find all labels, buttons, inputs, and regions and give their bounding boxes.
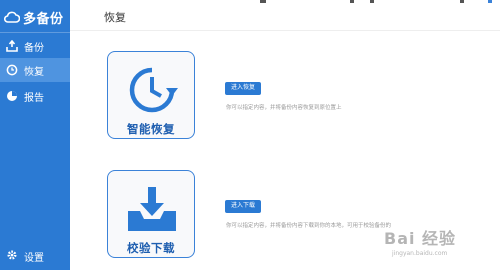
enter-restore-button[interactable]: 进入恢复	[225, 82, 262, 95]
page-title: 恢复	[104, 11, 126, 24]
sidebar-item-label: 报告	[24, 92, 44, 104]
download-tray-icon	[128, 187, 176, 231]
verify-download-label: 校验下载	[127, 241, 175, 255]
history-icon	[6, 64, 18, 76]
baidu-watermark: Bai 经验	[384, 229, 457, 248]
sidebar-item-restore[interactable]: 恢复	[0, 58, 70, 82]
backup-upload-icon	[6, 40, 18, 52]
sidebar-item-label: 备份	[24, 42, 44, 54]
divider	[70, 30, 500, 31]
verify-download-card[interactable]: 校验下载	[107, 170, 195, 258]
sidebar-item-backup[interactable]: 备份	[0, 34, 70, 58]
settings-button[interactable]: 设置	[0, 246, 70, 266]
cloud-logo-icon	[3, 8, 21, 27]
smart-restore-label: 智能恢复	[127, 122, 175, 136]
download-description: 你可以指定内容，并将备份内容下载到你的本地，可用于校验备份的	[226, 223, 392, 229]
gear-icon	[6, 249, 18, 264]
baidu-watermark-url: jingyan.baidu.com	[392, 250, 448, 257]
top-toolbar-edge	[260, 0, 492, 3]
app-logo[interactable]: 多备份	[3, 7, 64, 27]
restore-description: 你可以指定内容，并将备份内容恢复到原位置上	[226, 105, 342, 111]
settings-label: 设置	[24, 252, 44, 264]
sidebar: 多备份 备份 恢复 报告 设置	[0, 0, 70, 270]
pie-chart-icon	[6, 90, 18, 102]
sidebar-item-label: 恢复	[24, 66, 44, 78]
clock-restore-icon	[129, 67, 178, 113]
smart-restore-card[interactable]: 智能恢复	[107, 51, 195, 139]
logo-text: 多备份	[23, 11, 64, 27]
sidebar-item-report[interactable]: 报告	[0, 84, 70, 108]
divider	[0, 32, 70, 33]
enter-download-button[interactable]: 进入下载	[225, 200, 262, 213]
